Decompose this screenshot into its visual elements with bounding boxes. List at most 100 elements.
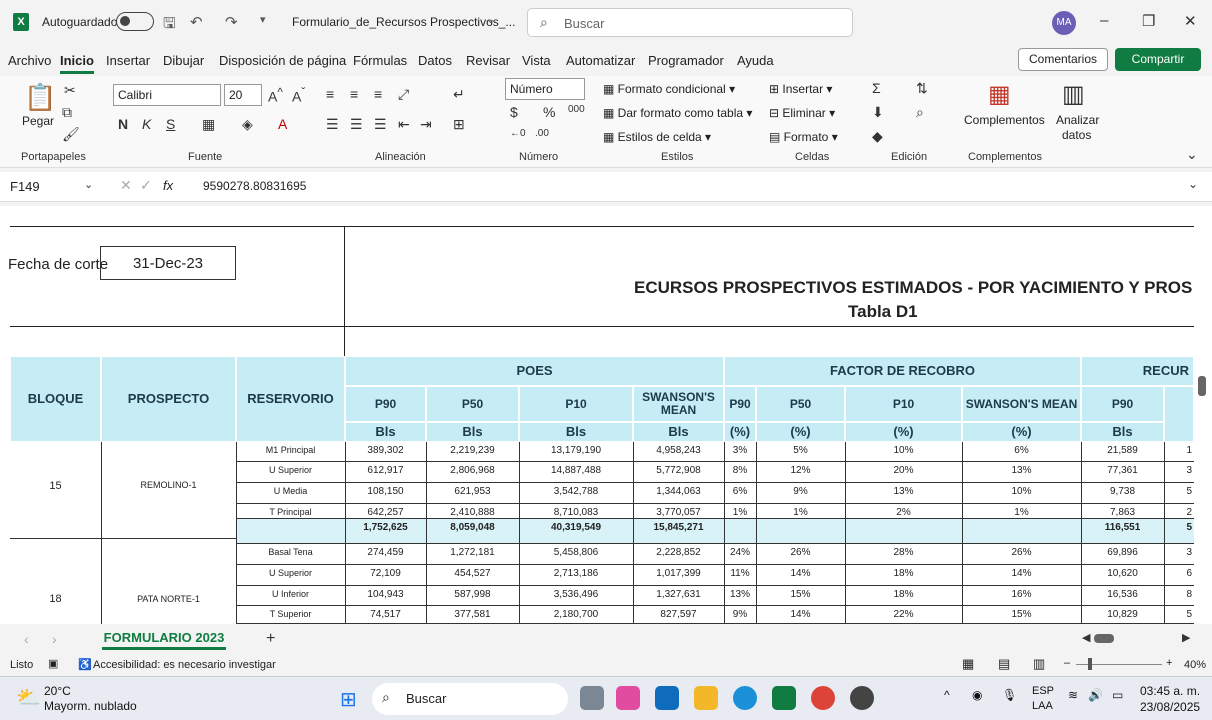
zoom-level[interactable]: 40% — [1184, 659, 1206, 671]
subheader-0[interactable]: P90 — [345, 386, 426, 422]
menu-revisar[interactable]: Revisar — [466, 53, 510, 68]
bold-icon[interactable]: N — [118, 116, 128, 132]
table-cell[interactable]: 1% — [724, 507, 756, 518]
edge-icon[interactable] — [733, 686, 757, 710]
subheader-3[interactable]: SWANSON'S MEAN — [633, 386, 724, 422]
table-cell[interactable]: 74,517 — [345, 609, 426, 620]
taskbar-search[interactable]: ⌕ Buscar — [372, 683, 568, 715]
formula-value[interactable]: 9590278.80831695 — [203, 179, 306, 193]
table-cell[interactable]: 12% — [756, 465, 845, 476]
file-explorer-icon[interactable] — [694, 686, 718, 710]
unit-header-3[interactable]: Bls — [633, 422, 724, 442]
menu-disposicion[interactable]: Disposición de página — [219, 53, 346, 68]
table-cell[interactable]: 40,319,549 — [519, 522, 633, 533]
unit-header-7[interactable]: (%) — [962, 422, 1081, 442]
conditional-format-button[interactable]: ▦ Formato condicional ▾ — [603, 82, 735, 96]
table-cell[interactable]: 9% — [724, 609, 756, 620]
table-cell[interactable]: 16,536 — [1081, 589, 1164, 600]
subheader-blank[interactable] — [1164, 386, 1194, 442]
ribbon-collapse-icon[interactable]: ⌄ — [1186, 146, 1198, 163]
table-cell[interactable]: 2,410,888 — [426, 507, 519, 518]
table-cell[interactable]: 1,752,625 — [345, 522, 426, 533]
analyze-data-icon[interactable]: ▥ — [1062, 80, 1085, 109]
table-cell[interactable]: 13% — [845, 486, 962, 497]
hscroll-left-icon[interactable]: ◀ — [1082, 631, 1090, 644]
table-cell[interactable]: 3,542,788 — [519, 486, 633, 497]
table-cell[interactable]: 377,581 — [426, 609, 519, 620]
table-cell[interactable]: 7,863 — [1081, 507, 1164, 518]
task-view-icon[interactable] — [580, 686, 604, 710]
hscroll-right-icon[interactable]: ▶ — [1182, 631, 1190, 644]
table-cell[interactable]: 9,738 — [1081, 486, 1164, 497]
table-cell[interactable]: 26% — [962, 547, 1081, 558]
table-cell[interactable]: 13% — [724, 589, 756, 600]
customize-qat-icon[interactable]: ▾ — [260, 13, 266, 26]
table-cell[interactable]: 8,710,083 — [519, 507, 633, 518]
weather-desc[interactable]: Mayorm. nublado — [44, 699, 137, 713]
number-format-select[interactable]: Número — [505, 78, 585, 100]
increase-decimal-icon[interactable]: ←0 — [510, 128, 526, 139]
table-cell[interactable]: T Principal — [236, 507, 345, 517]
enter-icon[interactable]: ✓ — [140, 177, 152, 194]
table-cell[interactable]: 3,536,496 — [519, 589, 633, 600]
table-cell[interactable]: 6 — [1164, 568, 1194, 579]
menu-insertar[interactable]: Insertar — [106, 53, 150, 68]
undo-icon[interactable]: ↶ — [190, 13, 203, 31]
add-ins-icon[interactable]: ▦ — [988, 80, 1011, 109]
clear-icon[interactable]: ◆ — [872, 128, 883, 145]
unit-header-1[interactable]: Bls — [426, 422, 519, 442]
table-cell[interactable]: 621,953 — [426, 486, 519, 497]
paste-icon[interactable]: 📋 — [24, 82, 56, 113]
table-cell[interactable]: 14% — [756, 609, 845, 620]
autosave-toggle[interactable] — [116, 12, 154, 31]
orientation-icon[interactable]: ⤢ — [398, 86, 409, 103]
wifi-icon[interactable]: ≋ — [1068, 688, 1078, 702]
shrink-font-icon[interactable]: Aˇ — [292, 86, 305, 105]
font-name-select[interactable]: Calibri — [113, 84, 221, 106]
document-title[interactable]: Formulario_de_Recursos Prospectivos_... — [292, 15, 515, 29]
table-cell[interactable]: 13% — [962, 465, 1081, 476]
unit-header-8[interactable]: Bls — [1081, 422, 1164, 442]
table-cell[interactable]: 454,527 — [426, 568, 519, 579]
table-cell[interactable]: 6% — [724, 486, 756, 497]
delete-cells-button[interactable]: ⊟ Eliminar ▾ — [769, 106, 835, 120]
avatar[interactable]: MA — [1052, 11, 1076, 35]
table-cell[interactable]: 827,597 — [633, 609, 724, 620]
table-cell[interactable]: 20% — [845, 465, 962, 476]
table-cell[interactable]: 5,772,908 — [633, 465, 724, 476]
bloque-15[interactable]: 15 — [10, 480, 101, 492]
table-cell[interactable]: U Superior — [236, 568, 345, 578]
sheet-subtitle[interactable]: Tabla D1 — [848, 302, 918, 322]
table-cell[interactable]: 612,917 — [345, 465, 426, 476]
table-cell[interactable]: 3% — [724, 445, 756, 456]
paste-label[interactable]: Pegar — [22, 114, 54, 128]
share-button[interactable]: Compartir — [1115, 48, 1201, 71]
subheader-1[interactable]: P50 — [426, 386, 519, 422]
table-cell[interactable]: 5,458,806 — [519, 547, 633, 558]
decrease-decimal-icon[interactable]: .00 — [535, 128, 549, 139]
accessibility-icon[interactable]: ♿ — [78, 658, 92, 671]
fecha-corte-label[interactable]: Fecha de corte — [8, 256, 108, 273]
cancel-icon[interactable]: ✕ — [120, 177, 132, 194]
next-sheet-icon[interactable]: › — [52, 631, 57, 647]
table-cell[interactable]: 15% — [756, 589, 845, 600]
table-cell[interactable]: 2,806,968 — [426, 465, 519, 476]
underline-icon[interactable]: S — [166, 116, 175, 132]
insert-function-icon[interactable]: fx — [163, 178, 173, 193]
header-reservorio[interactable]: RESERVORIO — [236, 356, 345, 442]
menu-automatizar[interactable]: Automatizar — [566, 53, 635, 68]
subheader-5[interactable]: P50 — [756, 386, 845, 422]
font-color-icon[interactable]: A — [278, 116, 287, 132]
table-cell[interactable]: 274,459 — [345, 547, 426, 558]
italic-icon[interactable]: K — [142, 116, 151, 132]
table-cell[interactable]: 10% — [845, 445, 962, 456]
maximize-icon[interactable]: ❐ — [1142, 12, 1155, 30]
normal-view-icon[interactable]: ▦ — [962, 656, 974, 672]
menu-archivo[interactable]: Archivo — [8, 53, 51, 68]
sort-filter-icon[interactable]: ⇅ — [916, 80, 928, 97]
copilot-icon[interactable] — [616, 686, 640, 710]
subheader-7[interactable]: SWANSON'S MEAN — [962, 386, 1081, 422]
table-cell[interactable]: 5% — [756, 445, 845, 456]
add-sheet-icon[interactable]: + — [266, 630, 275, 648]
wrap-text-icon[interactable]: ↵ — [453, 86, 465, 103]
